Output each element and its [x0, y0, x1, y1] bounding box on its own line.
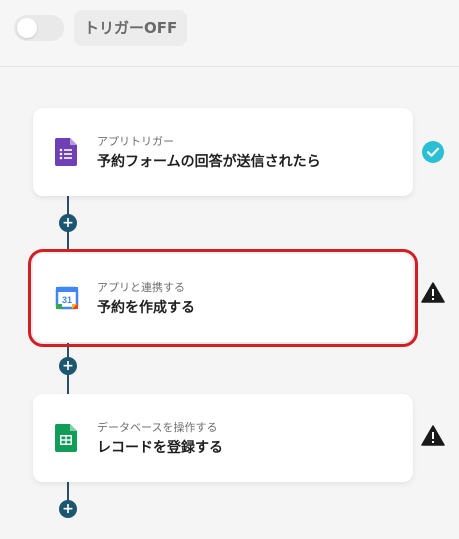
- warning-triangle-icon: [421, 425, 445, 446]
- add-step-button[interactable]: +: [59, 214, 77, 232]
- step-category: データベースを操作する: [97, 421, 218, 434]
- step-category: アプリと連携する: [97, 281, 185, 294]
- step-card-app-trigger[interactable]: アプリトリガー 予約フォームの回答が送信されたら: [33, 108, 413, 196]
- trigger-toggle-label: トリガーOFF: [74, 10, 188, 46]
- step-card-database[interactable]: データベースを操作する レコードを登録する: [33, 394, 413, 482]
- step-title: 予約フォームの回答が送信されたら: [97, 154, 321, 170]
- add-step-button[interactable]: +: [59, 357, 77, 375]
- svg-text:31: 31: [62, 295, 72, 305]
- google-calendar-icon: 31: [55, 286, 79, 310]
- step-card-app-action[interactable]: 31 アプリと連携する 予約を作成する: [28, 249, 418, 347]
- warning-triangle-icon: [421, 282, 445, 303]
- check-circle-icon: [422, 141, 444, 163]
- top-bar: トリガーOFF: [0, 0, 459, 67]
- trigger-toggle-switch[interactable]: [14, 15, 64, 41]
- step-title: レコードを登録する: [97, 440, 223, 456]
- google-forms-icon: [55, 138, 77, 166]
- step-title: 予約を作成する: [97, 300, 195, 316]
- add-step-button[interactable]: +: [59, 500, 77, 518]
- google-sheets-icon: [55, 424, 77, 452]
- step-category: アプリトリガー: [97, 135, 174, 148]
- toggle-knob: [17, 18, 37, 38]
